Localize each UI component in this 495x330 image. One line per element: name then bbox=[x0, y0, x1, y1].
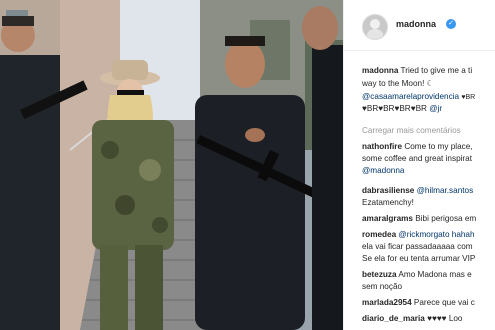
comment-cont: some coffee and great inspirat bbox=[362, 154, 472, 163]
comment-text: Bibi perigosa em bbox=[415, 214, 477, 223]
caption-tag-link[interactable]: @casaamarelaprovidencia bbox=[362, 92, 459, 101]
comment-cont: ela vai ficar passadaaaaa com bbox=[362, 242, 473, 251]
post-photo-scene bbox=[0, 0, 343, 330]
caption-line-1: madonna Tried to give me a ti bbox=[362, 66, 472, 75]
verified-badge-icon: ✓ bbox=[446, 19, 456, 29]
comment-item: marlada2954 Parece que vai c bbox=[362, 298, 475, 307]
comment-username[interactable]: betezuza bbox=[362, 270, 397, 279]
comment-username[interactable]: romedea bbox=[362, 230, 396, 239]
comment-item: betezuza Amo Madona mas e bbox=[362, 270, 472, 279]
comment-username[interactable]: diario_de_maria bbox=[362, 314, 425, 323]
comment-text: Parece que vai c bbox=[413, 298, 475, 307]
caption-cont: way to the Moon! bbox=[362, 79, 425, 88]
caption-tag2-link[interactable]: @jr bbox=[429, 104, 442, 113]
comment-mention-link[interactable]: @rickmorgato hahah bbox=[398, 230, 474, 239]
comment-item: diario_de_maria ♥♥♥♥ Loo bbox=[362, 314, 462, 323]
comment-username[interactable]: amaralgrams bbox=[362, 214, 413, 223]
comments-panel: madonna ✓ madonna Tried to give me a ti … bbox=[343, 0, 495, 330]
crescent-moon-icon: ☾ bbox=[426, 79, 434, 88]
load-more-comments[interactable]: Carregar mais comentários bbox=[362, 126, 461, 135]
comment-item: dabrasiliense @hilmar.santos bbox=[362, 186, 473, 195]
caption-username[interactable]: madonna bbox=[362, 66, 398, 75]
caption-line-3: @casaamarelaprovidencia ♥BR bbox=[362, 92, 476, 101]
comment-text: ♥♥♥♥ Loo bbox=[427, 314, 463, 323]
caption-text: Tried to give me a ti bbox=[400, 66, 473, 75]
comment-text: Amo Madona mas e bbox=[398, 270, 472, 279]
comment-item: nathonfire Come to my place, bbox=[362, 142, 473, 151]
comment-cont: Ezatamenchy! bbox=[362, 198, 414, 207]
post-photo[interactable] bbox=[0, 0, 343, 330]
comment-cont: Se ela for eu tenta arrumar VIP bbox=[362, 254, 476, 263]
comment-mention-link[interactable]: @madonna bbox=[362, 166, 404, 175]
comment-username[interactable]: dabrasiliense bbox=[362, 186, 414, 195]
comment-mention-link[interactable]: @hilmar.santos bbox=[417, 186, 474, 195]
author-username[interactable]: madonna bbox=[396, 19, 436, 29]
comment-username[interactable]: marlada2954 bbox=[362, 298, 412, 307]
caption-line-4: ♥BR♥BR♥BR♥BR @jr bbox=[362, 104, 442, 113]
caption-line-2: way to the Moon! ☾ bbox=[362, 78, 434, 88]
comment-cont: sem noção bbox=[362, 282, 403, 291]
comment-item: amaralgrams Bibi perigosa em bbox=[362, 214, 476, 223]
comment-username[interactable]: nathonfire bbox=[362, 142, 402, 151]
caption-hearts: ♥BR♥BR♥BR♥BR bbox=[362, 104, 427, 113]
post-header: madonna ✓ bbox=[344, 0, 495, 51]
author-avatar[interactable] bbox=[362, 14, 388, 40]
comment-text: Come to my place, bbox=[404, 142, 473, 151]
comment-item: romedea @rickmorgato hahah bbox=[362, 230, 475, 239]
